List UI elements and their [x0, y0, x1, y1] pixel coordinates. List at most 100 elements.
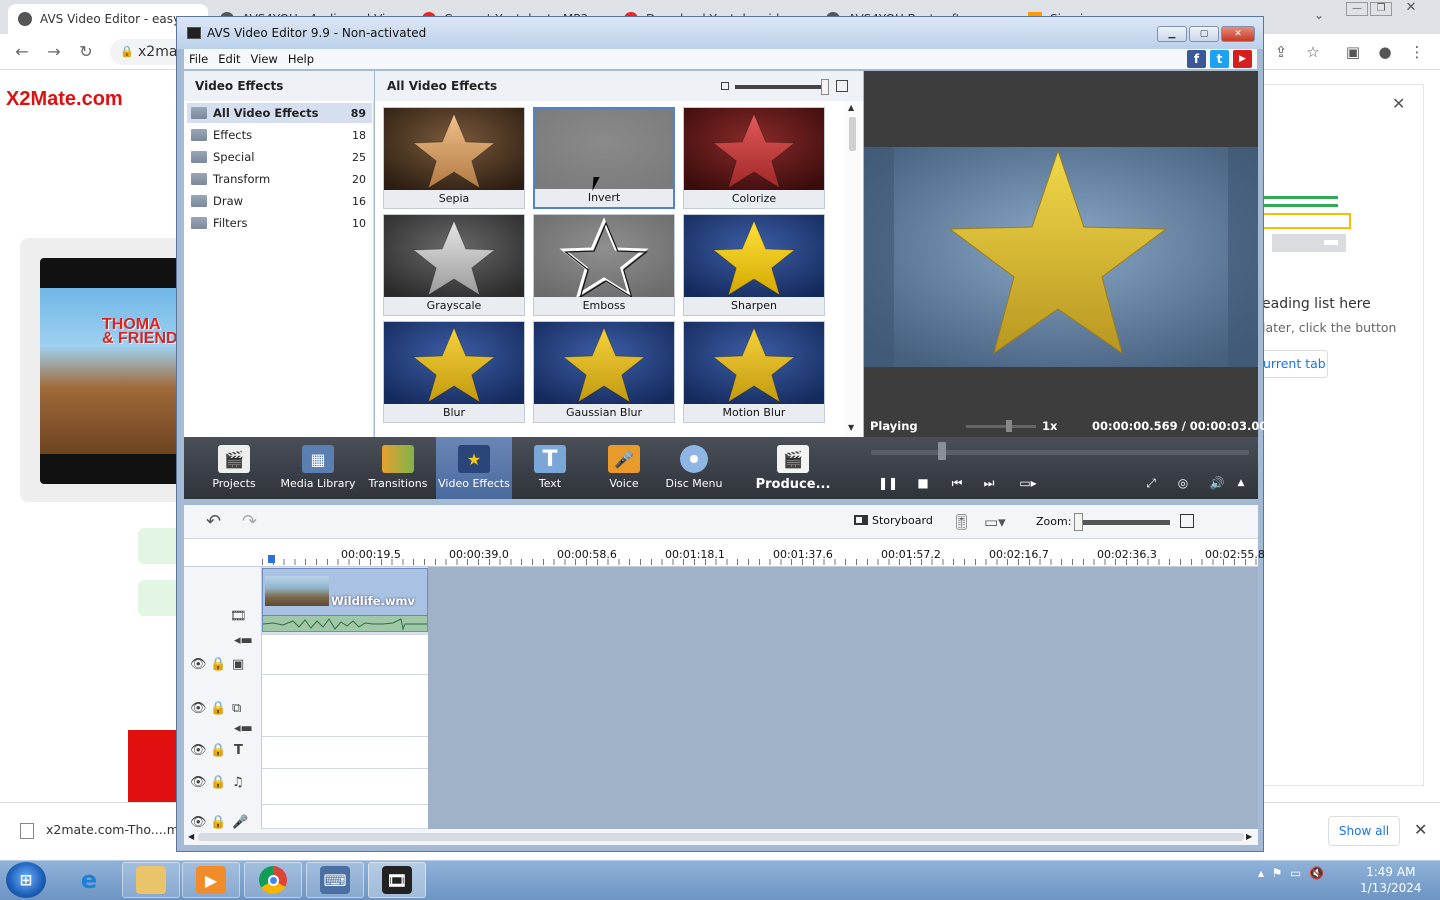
small-thumbnails-icon[interactable]	[721, 82, 729, 90]
close-icon[interactable]: ✕	[1414, 820, 1427, 839]
visibility-eye-icon[interactable]: 👁	[190, 815, 207, 830]
browser-menu-icon[interactable]: ⋮	[1408, 43, 1426, 61]
playback-speed-handle[interactable]	[1006, 420, 1012, 432]
lock-icon[interactable]: 🔒	[210, 815, 226, 830]
menu-edit[interactable]: Edit	[213, 52, 245, 66]
audio-mute-icon[interactable]: ◂▬	[234, 721, 253, 736]
system-tray[interactable]: ▴ ⚑ ▭ 🔇	[1258, 866, 1324, 880]
effects-grid-scrollbar[interactable]: ▲ ▼	[845, 101, 861, 437]
text-button[interactable]: T Text	[512, 437, 588, 499]
youtube-icon[interactable]: ▶	[1233, 50, 1252, 68]
lock-icon[interactable]: 🔒	[210, 775, 226, 790]
close-icon[interactable]: ✕	[1392, 94, 1405, 113]
produce-button[interactable]: 🎬 Produce...	[750, 437, 836, 499]
view-options-icon[interactable]: ▭▾	[984, 513, 1006, 531]
play-range-icon[interactable]: ▭▸	[1016, 475, 1040, 491]
video-clip[interactable]: Wildlife.wmv	[262, 568, 428, 632]
taskbar-chrome[interactable]	[244, 862, 302, 898]
clock[interactable]: 1:49 AM 1/13/2024	[1360, 864, 1422, 896]
twitter-icon[interactable]: t	[1210, 50, 1229, 68]
menu-help[interactable]: Help	[283, 52, 319, 66]
download-item[interactable]: x2mate.com-Tho....mp	[20, 822, 187, 839]
category-special[interactable]: Special 25	[187, 147, 372, 167]
zoom-slider[interactable]	[1076, 520, 1170, 525]
effect-tile-blur[interactable]: Blur	[383, 321, 525, 423]
audio-mute-icon[interactable]: ◂▬	[234, 633, 253, 648]
storyboard-button[interactable]: Storyboard	[854, 514, 933, 527]
text-track-lane[interactable]	[262, 737, 428, 769]
snapshot-icon[interactable]: ◎	[1174, 475, 1192, 491]
pause-icon[interactable]: ❚❚	[878, 475, 898, 491]
effect-tile-motion-blur[interactable]: Motion Blur	[683, 321, 825, 423]
category-effects[interactable]: Effects 18	[187, 125, 372, 145]
playback-speed-slider[interactable]	[966, 425, 1036, 428]
scroll-right-icon[interactable]: ▶	[1246, 832, 1252, 841]
profile-icon[interactable]: ●	[1376, 43, 1394, 61]
voice-track-lane[interactable]	[262, 805, 428, 829]
visibility-eye-icon[interactable]: 👁	[190, 775, 207, 790]
preview-video[interactable]	[864, 147, 1258, 367]
projects-button[interactable]: 🎬 Projects	[196, 437, 272, 499]
share-icon[interactable]: ⇪	[1272, 43, 1290, 61]
category-filters[interactable]: Filters 10	[187, 213, 372, 233]
visibility-eye-icon[interactable]: 👁	[190, 743, 207, 758]
media-library-button[interactable]: ▦ Media Library	[280, 437, 356, 499]
browser-minimize-button[interactable]: —	[1346, 2, 1368, 16]
category-all-video-effects[interactable]: All Video Effects 89	[187, 103, 372, 123]
taskbar-ie[interactable]: e	[60, 862, 118, 898]
voice-button[interactable]: 🎤 Voice	[586, 437, 662, 499]
minimize-button[interactable]: ▁	[1157, 26, 1187, 42]
next-frame-icon[interactable]: ⏭	[980, 475, 998, 491]
category-transform[interactable]: Transform 20	[187, 169, 372, 189]
lock-icon[interactable]: 🔒	[210, 701, 226, 716]
timeline-horizontal-scrollbar[interactable]: ◀ ▶	[184, 829, 1258, 845]
effect-tile-emboss[interactable]: Emboss	[533, 214, 675, 316]
close-button[interactable]: ✕	[1221, 26, 1255, 42]
audio-mixer-icon[interactable]: 🎚	[952, 513, 971, 531]
video-thumbnail[interactable]: THOMA & FRIEND	[40, 258, 190, 484]
add-current-tab-button[interactable]: urrent tab	[1256, 350, 1328, 378]
browser-close-button[interactable]: ✕	[1400, 1, 1422, 16]
effect-tile-sharpen[interactable]: Sharpen	[683, 214, 825, 316]
music-track-lane[interactable]	[262, 769, 428, 805]
overlay-track-lane[interactable]	[262, 675, 428, 737]
scrollbar-thumb[interactable]	[198, 833, 1244, 841]
menu-view[interactable]: View	[246, 52, 283, 66]
large-thumbnails-icon[interactable]	[836, 80, 848, 92]
effect-tile-gaussian-blur[interactable]: Gaussian Blur	[533, 321, 675, 423]
timeline-tracks[interactable]: Wildlife.wmv	[262, 567, 1258, 829]
redo-icon[interactable]: ↷	[242, 513, 257, 531]
visibility-eye-icon[interactable]: 👁	[190, 701, 207, 716]
thumbnail-size-slider-handle[interactable]	[821, 79, 829, 95]
show-all-downloads-button[interactable]: Show all	[1328, 816, 1400, 846]
zoom-slider-handle[interactable]	[1074, 513, 1083, 531]
transitions-button[interactable]: Transitions	[360, 437, 436, 499]
disc-menu-button[interactable]: Disc Menu	[656, 437, 732, 499]
scroll-left-icon[interactable]: ◀	[188, 832, 194, 841]
start-button[interactable]: ⊞	[6, 862, 46, 898]
volume-icon[interactable]: 🔊	[1208, 475, 1226, 491]
window-title-bar[interactable]: AVS Video Editor 9.9 - Non-activated ▁ ▢…	[177, 17, 1263, 49]
undo-icon[interactable]: ↶	[206, 513, 221, 531]
visibility-eye-icon[interactable]: 👁	[190, 657, 207, 672]
scroll-down-icon[interactable]: ▼	[848, 423, 854, 432]
effect-tile-grayscale[interactable]: Grayscale	[383, 214, 525, 316]
tab-search-chevron-icon[interactable]: ⌄	[1314, 8, 1324, 22]
effects-track-lane[interactable]	[262, 635, 428, 675]
menu-file[interactable]: File	[184, 52, 213, 66]
fullscreen-icon[interactable]: ⤢	[1142, 475, 1160, 491]
scroll-up-icon[interactable]: ▲	[848, 103, 854, 112]
taskbar-explorer[interactable]	[122, 862, 180, 898]
scrollbar-thumb[interactable]	[849, 117, 856, 151]
stop-icon[interactable]: ■	[914, 475, 932, 491]
taskbar-app[interactable]: ⌨	[306, 862, 364, 898]
seek-bar[interactable]	[871, 450, 1249, 455]
side-panel-icon[interactable]: ▣	[1344, 43, 1362, 61]
back-icon[interactable]: ←	[12, 42, 32, 62]
taskbar-avs-video-editor[interactable]: 🎞	[368, 862, 426, 898]
timeline-ruler[interactable]: 00:00:19.5 00:00:39.0 00:00:58.6 00:01:18.1…	[184, 539, 1265, 567]
effect-tile-invert[interactable]: Invert	[533, 107, 675, 209]
seek-bar-handle[interactable]	[938, 442, 946, 460]
site-logo[interactable]: X2Mate.com	[6, 88, 123, 111]
browser-restore-button[interactable]: ❐	[1370, 2, 1392, 16]
